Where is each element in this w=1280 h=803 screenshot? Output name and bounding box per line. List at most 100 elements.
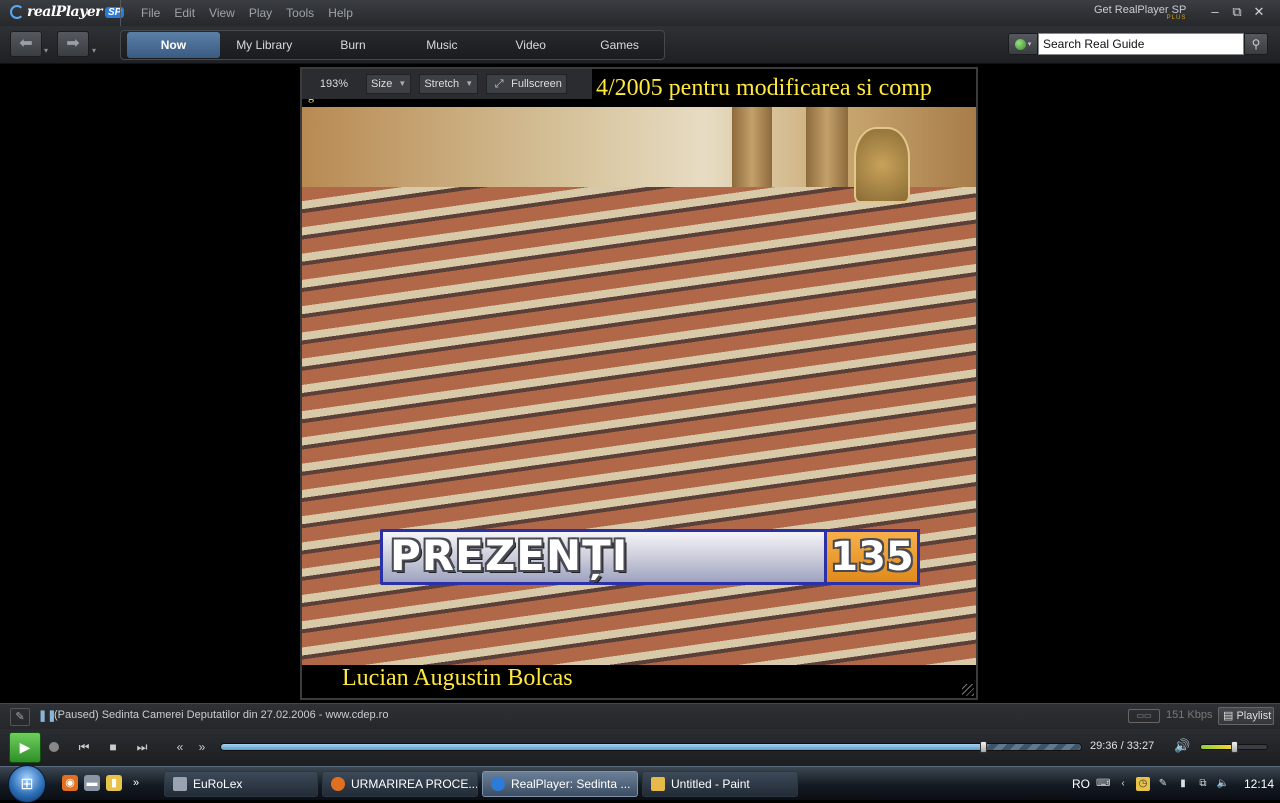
tab-now-playing[interactable]: Now Playing [127, 32, 220, 78]
fullscreen-label: Fullscreen [511, 78, 562, 90]
clock-app-icon[interactable]: ◷ [1136, 777, 1150, 791]
real-swoosh-icon [10, 5, 24, 19]
bitrate: 151 Kbps [1166, 709, 1213, 721]
stretch-label: Stretch [424, 78, 460, 90]
task-label: RealPlayer: Sedinta ... [511, 777, 631, 791]
menu-edit[interactable]: Edit [167, 6, 202, 20]
system-tray: RO ⌨ ‹ ◷ ✎ ▮ ⧉ 🔈 12:14 [1066, 767, 1280, 801]
task-paint[interactable]: Untitled - Paint [642, 771, 798, 797]
playlist-label: Playlist [1236, 710, 1272, 722]
volume-level [1201, 745, 1234, 749]
speaker-icon[interactable]: 🔈 [1216, 777, 1230, 791]
language-indicator[interactable]: RO [1072, 777, 1090, 791]
edit-clip-info-button[interactable]: ✎ [10, 708, 30, 726]
video-toolbar: 193% Size ▼ Stretch ▼ ⤢ Fullscreen [302, 69, 592, 99]
rewind-icon: « [176, 740, 184, 754]
back-arrow-icon: ⬅ [19, 35, 33, 52]
menu-play[interactable]: Play [242, 6, 279, 20]
playlist-button[interactable]: ▤ Playlist [1218, 707, 1274, 725]
forward-button[interactable]: ➡ [57, 31, 89, 57]
tab-games[interactable]: Games [575, 32, 664, 58]
task-label: URMARIREA PROCE... [351, 777, 478, 791]
pen-tool-icon[interactable]: ✎ [1156, 777, 1170, 791]
rewind-button[interactable]: « [170, 737, 190, 757]
main-toolbar: ⬅ ▾ ➡ ▾ Now Playing My Library Burn Musi… [0, 26, 1280, 78]
keyboard-icon[interactable]: ⌨ [1096, 777, 1110, 791]
video-frame[interactable]: 193% Size ▼ Stretch ▼ ⤢ Fullscreen g 4/2… [300, 67, 978, 700]
globe-icon [1014, 38, 1026, 50]
stop-icon: ■ [109, 740, 117, 754]
seek-buffer [982, 744, 1081, 750]
folder-icon[interactable]: ▮ [106, 775, 122, 791]
record-button[interactable] [49, 742, 59, 752]
tab-video[interactable]: Video [486, 32, 575, 58]
volume-handle[interactable] [1231, 741, 1238, 753]
search-provider-button[interactable]: ▾ [1008, 33, 1038, 55]
minimize-icon[interactable]: – [1208, 4, 1222, 20]
task-label: EuRoLex [193, 777, 243, 791]
drive-icon[interactable]: ▬ [84, 775, 100, 791]
seek-bar[interactable] [220, 743, 1082, 751]
seek-handle[interactable] [979, 741, 987, 753]
search-input[interactable] [1038, 33, 1244, 55]
fast-forward-button[interactable]: » [192, 737, 212, 757]
chevron-down-icon: ▼ [398, 79, 407, 88]
status-bar: ✎ ❚❚ (Paused) Sedinta Camerei Deputatilo… [0, 703, 1280, 729]
previous-track-button[interactable]: ⏮ [74, 737, 94, 757]
quick-launch: ◉ ▬ ▮ » [62, 775, 144, 791]
top-caption: 4/2005 pentru modificarea si comp [596, 75, 932, 101]
realplayer-icon [491, 777, 505, 791]
menu-tools[interactable]: Tools [279, 6, 321, 20]
close-icon[interactable]: ✕ [1252, 4, 1266, 20]
menu-help[interactable]: Help [321, 6, 360, 20]
main-tabs: Now Playing My Library Burn Music Video … [120, 30, 665, 78]
chamber-seating [302, 187, 976, 665]
task-realplayer[interactable]: RealPlayer: Sedinta ... [482, 771, 638, 797]
seek-progress [221, 744, 983, 750]
search-button[interactable]: ⚲ [1244, 33, 1268, 55]
back-history-dropdown-icon[interactable]: ▾ [44, 46, 48, 55]
tray-expand-icon[interactable]: ‹ [1116, 777, 1130, 791]
task-eurolex[interactable]: EuRoLex [164, 771, 318, 797]
windows-taskbar: ⊞ ◉ ▬ ▮ » EuRoLex URMARIREA PROCE... Rea… [0, 765, 1280, 803]
time-display: 29:36 / 33:27 [1090, 740, 1155, 752]
chevron-down-icon: ▼ [465, 79, 474, 88]
coat-of-arms-emblem [854, 127, 910, 203]
menu-view[interactable]: View [202, 6, 242, 20]
menu-divider [120, 0, 121, 26]
tab-music[interactable]: Music [397, 32, 486, 58]
forward-arrow-icon: ➡ [66, 35, 80, 52]
task-firefox-urmarirea[interactable]: URMARIREA PROCE... [322, 771, 478, 797]
fullscreen-button[interactable]: ⤢ Fullscreen [486, 74, 567, 94]
menu-file[interactable]: File [134, 6, 167, 20]
forward-history-dropdown-icon[interactable]: ▾ [92, 46, 96, 55]
bandwidth-icon: ▭▭ [1128, 709, 1160, 723]
play-button[interactable]: ▶ [9, 732, 41, 763]
restore-icon[interactable]: ⧉ [1230, 4, 1244, 20]
get-realplayer-sp-link[interactable]: Get RealPlayer SP PLUS [1094, 4, 1186, 21]
get-sp-plus-label: PLUS [1166, 15, 1187, 21]
network-icon[interactable]: ⧉ [1196, 777, 1210, 791]
playlist-icon: ▤ [1223, 710, 1234, 722]
start-button[interactable]: ⊞ [8, 765, 46, 803]
battery-icon[interactable]: ▮ [1176, 777, 1190, 791]
tab-my-library[interactable]: My Library [220, 32, 309, 58]
resize-grip[interactable] [962, 684, 974, 696]
video-stage: 193% Size ▼ Stretch ▼ ⤢ Fullscreen g 4/2… [2, 65, 1278, 702]
attendance-overlay: PREZENȚI 135 [380, 525, 920, 589]
next-track-button[interactable]: ⏭ [132, 737, 152, 757]
tab-burn[interactable]: Burn [309, 32, 398, 58]
stop-button[interactable]: ■ [103, 737, 123, 757]
transport-controls: ▶ ⏮ ■ ⏭ « » 29:36 / 33:27 🔊 [0, 729, 1280, 766]
size-dropdown[interactable]: Size ▼ [366, 74, 412, 94]
pencil-icon: ✎ [15, 711, 25, 723]
window-icon [173, 777, 187, 791]
back-button[interactable]: ⬅ [10, 31, 42, 57]
stretch-dropdown[interactable]: Stretch ▼ [419, 74, 479, 94]
more-icon[interactable]: » [128, 775, 144, 791]
play-icon: ▶ [19, 739, 31, 755]
expand-icon: ⤢ [494, 78, 504, 90]
volume-icon[interactable]: 🔊 [1174, 738, 1190, 754]
search-icon: ⚲ [1251, 37, 1261, 51]
firefox-icon[interactable]: ◉ [62, 775, 78, 791]
